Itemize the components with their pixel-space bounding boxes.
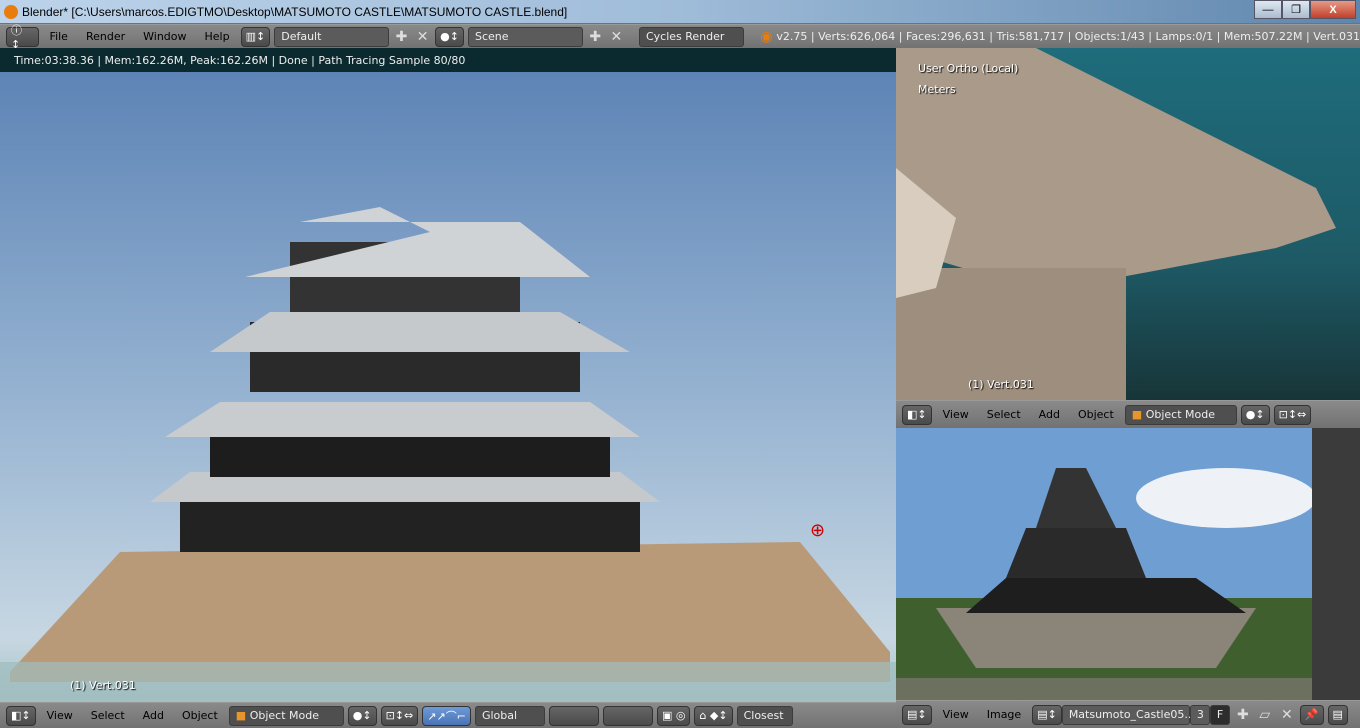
object-label: (1) Vert.031 <box>968 378 1034 391</box>
image-editor[interactable] <box>896 428 1360 700</box>
mode-select[interactable]: ■ Object Mode <box>1124 404 1237 425</box>
pin-icon[interactable]: 📌 <box>1299 704 1324 725</box>
units-label: Meters <box>918 83 956 96</box>
castle-render-image <box>0 207 896 702</box>
menu-select[interactable]: Select <box>980 408 1028 421</box>
image-editor-header: ▤↕ View Image ▤↕ Matsumoto_Castle05... 3… <box>896 700 1360 728</box>
blender-icon: ◉ <box>760 28 773 45</box>
roof-model-view <box>896 48 1336 400</box>
ortho-view-header: ◧↕ View Select Add Object ■ Object Mode … <box>896 400 1360 428</box>
remove-layout-icon[interactable]: ✕ <box>414 29 431 45</box>
menu-help[interactable]: Help <box>198 30 237 43</box>
add-scene-icon[interactable]: ✚ <box>587 29 604 45</box>
layout-select[interactable]: Default <box>274 26 389 47</box>
object-label: (1) Vert.031 <box>70 679 136 692</box>
image-users-count[interactable]: 3 <box>1189 704 1210 725</box>
menu-select[interactable]: Select <box>84 709 132 722</box>
render-engine-select[interactable]: Cycles Render <box>638 26 745 47</box>
layout-icon[interactable]: ▥↕ <box>240 26 271 47</box>
castle-photo-image <box>896 428 1316 700</box>
menu-object[interactable]: Object <box>1071 408 1121 421</box>
mode-select[interactable]: ■ Object Mode <box>228 705 344 726</box>
close-button[interactable]: X <box>1310 0 1356 19</box>
window-title: Blender* [C:\Users\marcos.EDIGTMO\Deskto… <box>22 4 568 19</box>
menu-view[interactable]: View <box>936 408 976 421</box>
fake-user-toggle[interactable]: F <box>1209 704 1230 725</box>
menu-add[interactable]: Add <box>1032 408 1067 421</box>
pivot-select[interactable]: ⊡↕⇔ <box>1273 404 1312 425</box>
lock-layers-icon[interactable]: ▣ ◎ <box>656 705 691 726</box>
menu-object[interactable]: Object <box>175 709 225 722</box>
snap-target-select[interactable]: Closest <box>736 705 793 726</box>
window-titlebar: Blender* [C:\Users\marcos.EDIGTMO\Deskto… <box>0 0 1360 23</box>
view-name: User Ortho (Local) <box>918 62 1019 75</box>
render-viewport[interactable]: (1) Vert.031 ⊕ <box>0 72 896 702</box>
menu-add[interactable]: Add <box>136 709 171 722</box>
restore-button[interactable]: ❐ <box>1282 0 1310 19</box>
ortho-viewport[interactable]: User Ortho (Local) Meters (1) Vert.031 <box>896 48 1360 400</box>
new-image-icon[interactable]: ✚ <box>1234 707 1252 723</box>
editor-type-3dview-button[interactable]: ◧↕ <box>6 705 36 726</box>
manipulator-toggle[interactable]: ↗↗⌒⌐ <box>422 705 471 726</box>
editor-type-3dview-button[interactable]: ◧↕ <box>902 404 932 425</box>
shading-select[interactable]: ●↕ <box>1240 404 1270 425</box>
layers-grid-2[interactable] <box>602 705 653 726</box>
scene-icon[interactable]: ●↕ <box>435 26 464 47</box>
blender-logo-icon <box>4 4 18 19</box>
menu-view[interactable]: View <box>40 709 80 722</box>
orientation-select[interactable]: Global <box>474 705 545 726</box>
menu-file[interactable]: File <box>43 30 75 43</box>
editor-type-image-button[interactable]: ▤↕ <box>902 704 932 725</box>
add-layout-icon[interactable]: ✚ <box>393 29 410 45</box>
minimize-button[interactable]: — <box>1254 0 1282 19</box>
shading-select[interactable]: ●↕ <box>347 705 377 726</box>
layers-grid[interactable] <box>548 705 599 726</box>
3d-view-header: ◧↕ View Select Add Object ■ Object Mode … <box>0 702 896 728</box>
unlink-image-icon[interactable]: ✕ <box>1278 707 1296 723</box>
image-name-field[interactable]: Matsumoto_Castle05... <box>1061 704 1195 725</box>
remove-scene-icon[interactable]: ✕ <box>608 29 625 45</box>
scene-select[interactable]: Scene <box>468 26 583 47</box>
snap-toggle-icon[interactable]: ⌂ ◆↕ <box>694 705 733 726</box>
pivot-select[interactable]: ⊡↕⇔ <box>380 705 419 726</box>
scene-stats: v2.75 | Verts:626,064 | Faces:296,631 | … <box>776 30 1360 43</box>
menu-image[interactable]: Image <box>980 708 1028 721</box>
image-display-icon[interactable]: ▤ <box>1327 704 1348 725</box>
3d-cursor-icon[interactable]: ⊕ <box>810 520 825 541</box>
menu-render[interactable]: Render <box>79 30 132 43</box>
browse-image-icon[interactable]: ▤↕ <box>1032 704 1062 725</box>
open-image-icon[interactable]: ▱ <box>1256 707 1274 723</box>
render-status: Time:03:38.36 | Mem:162.26M, Peak:162.26… <box>0 48 896 72</box>
info-header: ⓘ ↕ File Render Window Help ▥↕ Default ✚… <box>0 24 1360 51</box>
editor-type-info-button[interactable]: ⓘ ↕ <box>6 24 39 51</box>
menu-view[interactable]: View <box>936 708 976 721</box>
menu-window[interactable]: Window <box>136 30 193 43</box>
